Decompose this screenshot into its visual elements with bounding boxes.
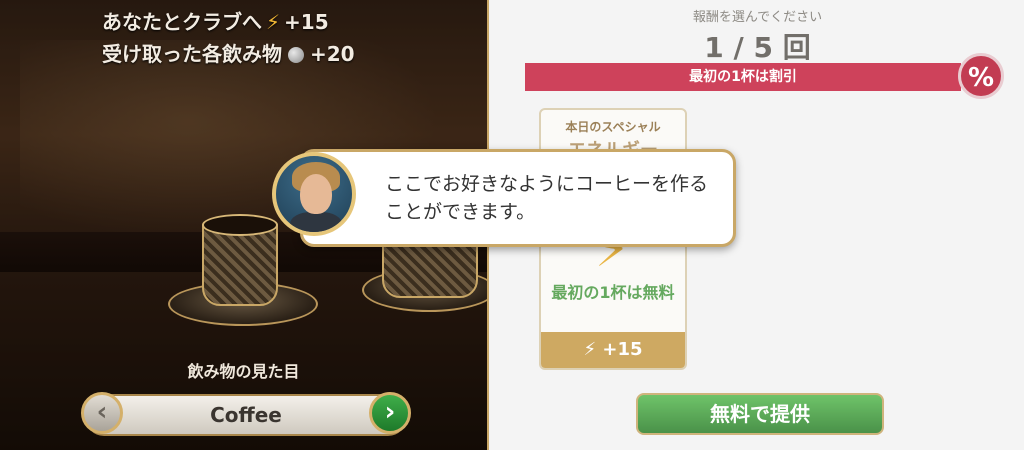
tutorial-message: ここでお好きなようにコーヒーを作ることができます。 [385, 173, 709, 223]
energy-icon: ⚡ [266, 10, 281, 34]
chevron-right-icon: › [384, 397, 396, 427]
next-drink-button[interactable]: › [369, 392, 411, 434]
tutorial-speech-bubble[interactable]: ここでお好きなようにコーヒーを作ることができます。 [300, 149, 736, 247]
cup-body-secondary [382, 238, 478, 298]
drink-selector: ‹ Coffee › [81, 392, 411, 436]
drink-reward-value: +20 [310, 42, 355, 66]
drink-reward-line: 受け取った各飲み物 +20 [102, 38, 355, 67]
club-reward-text: あなたとクラブへ [102, 10, 262, 34]
drink-appearance-label: 飲み物の見た目 [187, 362, 300, 381]
selected-drink: Coffee [210, 403, 282, 427]
cup-rim [202, 214, 278, 236]
coin-icon [288, 47, 304, 63]
club-reward-value: +15 [284, 10, 329, 34]
portrait-face [300, 174, 332, 214]
drink-reward-text: 受け取った各飲み物 [102, 42, 282, 66]
club-reward-line: あなたとクラブへ ⚡ +15 [102, 6, 329, 35]
guide-portrait [272, 152, 356, 236]
